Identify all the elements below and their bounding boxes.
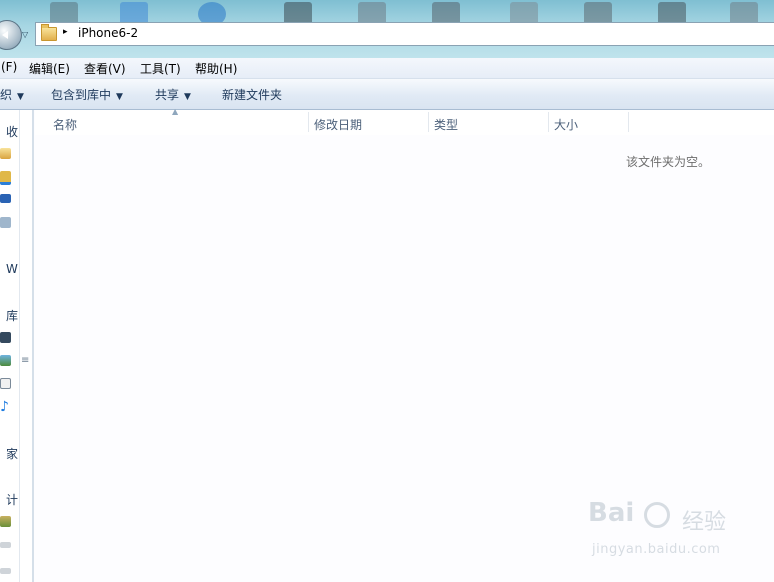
menu-file[interactable]: (F): [1, 60, 17, 74]
command-bar: 织 ▼ 包含到库中 ▼ 共享 ▼ 新建文件夹: [0, 79, 774, 110]
title-bar: ▽ ▸ iPhone6-2: [0, 0, 774, 58]
include-in-library-button[interactable]: 包含到库中 ▼: [51, 86, 123, 103]
back-button[interactable]: [0, 20, 22, 50]
nav-favorites[interactable]: 收: [6, 123, 18, 140]
nav-homegroup[interactable]: 家: [6, 445, 18, 462]
watermark-url: jingyan.baidu.com: [592, 542, 721, 557]
menu-edit[interactable]: 编辑(E): [29, 60, 70, 77]
dropdown-arrow-icon: ▼: [116, 92, 123, 102]
organize-button[interactable]: 织 ▼: [0, 86, 24, 103]
menu-bar: (F) 编辑(E) 查看(V) 工具(T) 帮助(H): [0, 58, 774, 79]
menu-tools[interactable]: 工具(T): [140, 60, 181, 77]
sort-ascending-icon: ▲: [172, 107, 179, 116]
column-date-modified[interactable]: 修改日期: [314, 116, 362, 133]
drive-icon[interactable]: [0, 542, 11, 548]
column-divider[interactable]: [428, 112, 429, 132]
breadcrumb-arrow-icon[interactable]: ▸: [63, 27, 68, 37]
column-divider[interactable]: [308, 112, 309, 132]
column-size[interactable]: 大小: [554, 116, 578, 133]
menu-view[interactable]: 查看(V): [84, 60, 126, 77]
include-in-library-label: 包含到库中: [51, 88, 112, 102]
new-folder-button[interactable]: 新建文件夹: [222, 86, 282, 103]
breadcrumb-iphone6-2[interactable]: iPhone6-2: [78, 26, 138, 40]
address-bar[interactable]: ▸ iPhone6-2: [35, 22, 774, 46]
column-type[interactable]: 类型: [434, 116, 458, 133]
column-divider[interactable]: [628, 112, 629, 132]
drive-icon[interactable]: [0, 568, 11, 574]
column-header-row: ▲ 名称 修改日期 类型 大小: [35, 107, 774, 135]
nav-libraries[interactable]: 库: [6, 307, 18, 324]
watermark-logo-text: Bai: [588, 498, 635, 528]
desktop-icon[interactable]: [0, 194, 11, 203]
recent-places-icon[interactable]: [0, 217, 11, 228]
documents-icon[interactable]: [0, 378, 11, 389]
paw-logo-icon: [644, 502, 670, 528]
column-name[interactable]: 名称: [53, 116, 77, 133]
splitter-grip-icon[interactable]: ≡: [21, 355, 29, 366]
dropdown-arrow-icon: ▼: [17, 92, 24, 102]
nav-computer[interactable]: 计: [6, 491, 18, 508]
history-dropdown-icon[interactable]: ▽: [22, 30, 28, 39]
pictures-icon[interactable]: [0, 355, 11, 366]
share-button[interactable]: 共享 ▼: [155, 86, 191, 103]
nav-wps-cloud[interactable]: W: [6, 262, 18, 276]
watermark-jingyan-text: 经验: [682, 510, 727, 535]
folder-icon: [41, 24, 57, 41]
local-disk-icon[interactable]: [0, 516, 11, 527]
desktop-folder-icon[interactable]: [0, 148, 11, 159]
menu-help[interactable]: 帮助(H): [195, 60, 237, 77]
music-icon[interactable]: ♪: [0, 399, 9, 415]
column-divider[interactable]: [548, 112, 549, 132]
pane-splitter[interactable]: [19, 110, 33, 582]
share-label: 共享: [155, 88, 180, 102]
videos-icon[interactable]: [0, 332, 11, 343]
baidu-jingyan-watermark: Bai 经验 jingyan.baidu.com: [588, 498, 738, 568]
dropdown-arrow-icon: ▼: [184, 92, 191, 102]
organize-label: 织: [0, 88, 13, 102]
downloads-icon[interactable]: [0, 171, 11, 185]
empty-folder-message: 该文件夹为空。: [626, 155, 711, 169]
